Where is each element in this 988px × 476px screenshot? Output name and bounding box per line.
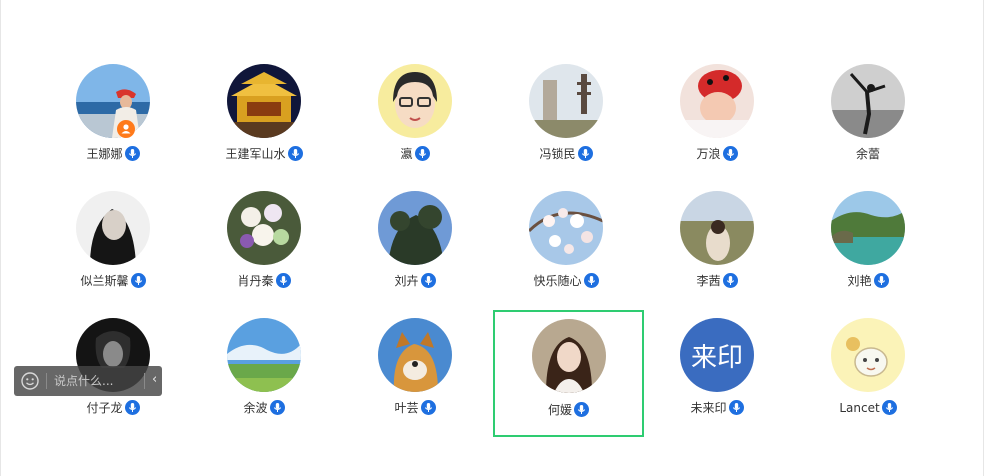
mic-icon xyxy=(873,273,889,288)
mic-icon xyxy=(420,273,436,288)
member-name-row: 瀛 xyxy=(340,146,490,162)
member-name-row: Lancet xyxy=(793,400,943,416)
member-name-row: 付子龙 xyxy=(38,400,188,416)
member-name: 未来印 xyxy=(690,401,727,415)
member-name-row: 叶芸 xyxy=(340,400,490,416)
divider xyxy=(46,373,47,389)
member-name-row: 万浪 xyxy=(642,146,792,162)
mic-icon xyxy=(420,400,436,415)
member-name-row: 似兰斯馨 xyxy=(38,273,188,289)
member-name: Lancet xyxy=(839,401,880,415)
member-name-row: 肖丹秦 xyxy=(189,273,339,289)
member-card[interactable]: 来印 未来印 xyxy=(642,316,792,436)
mic-icon xyxy=(124,146,140,161)
member-card[interactable]: 王建军山水 xyxy=(189,62,339,182)
member-name: 快乐随心 xyxy=(533,274,582,288)
member-name: 似兰斯馨 xyxy=(80,274,129,288)
member-name: 刘艳 xyxy=(847,274,872,288)
avatar[interactable] xyxy=(831,318,905,392)
member-card[interactable]: 快乐随心 xyxy=(491,189,641,309)
chevron-left-icon[interactable]: ‹ xyxy=(152,372,157,388)
avatar[interactable] xyxy=(831,191,905,265)
member-name-row: 何媛 xyxy=(495,402,642,418)
avatar[interactable] xyxy=(531,319,606,393)
avatar[interactable] xyxy=(831,64,905,138)
member-name: 肖丹秦 xyxy=(237,274,274,288)
avatar-text: 来印 xyxy=(690,342,743,373)
member-name-row: 李茜 xyxy=(642,273,792,289)
mic-icon xyxy=(124,400,140,415)
mic-icon xyxy=(722,273,738,288)
avatar[interactable] xyxy=(378,318,452,392)
mic-icon xyxy=(269,400,285,415)
avatar[interactable] xyxy=(529,191,603,265)
mic-icon xyxy=(574,402,589,417)
comment-bar[interactable]: 说点什么... ‹ xyxy=(14,366,162,396)
avatar[interactable] xyxy=(680,64,754,138)
member-name-row: 刘艳 xyxy=(793,273,943,289)
member-card[interactable]: 余蕾 xyxy=(793,62,943,182)
member-card[interactable]: Lancet xyxy=(793,316,943,436)
member-name-row: 余蕾 xyxy=(793,146,943,162)
member-card[interactable]: 似兰斯馨 xyxy=(38,189,188,309)
mic-icon xyxy=(577,146,593,161)
member-name: 刘卉 xyxy=(394,274,419,288)
member-card[interactable]: 王娜娜 xyxy=(38,62,188,182)
member-name: 付子龙 xyxy=(86,401,123,415)
member-name-row: 刘卉 xyxy=(340,273,490,289)
avatar[interactable] xyxy=(76,64,150,138)
mic-icon xyxy=(583,273,599,288)
avatar[interactable] xyxy=(680,191,754,265)
mic-icon xyxy=(287,146,303,161)
member-card[interactable]: 刘艳 xyxy=(793,189,943,309)
member-name: 余蕾 xyxy=(855,147,880,161)
member-name-row: 未来印 xyxy=(642,400,792,416)
mic-icon xyxy=(414,146,430,161)
avatar[interactable] xyxy=(76,191,150,265)
comment-input[interactable]: 说点什么... xyxy=(54,373,113,389)
member-name: 冯锁民 xyxy=(539,147,576,161)
avatar[interactable] xyxy=(378,191,452,265)
mic-icon xyxy=(275,273,291,288)
mic-icon xyxy=(722,146,738,161)
member-name-row: 王娜娜 xyxy=(38,146,188,162)
member-name: 王建军山水 xyxy=(225,147,286,161)
members-panel: 王娜娜 王建军山水 瀛 冯锁民 万浪 余蕾 似兰斯馨 肖丹秦 刘卉 快乐随心 李… xyxy=(0,0,984,476)
avatar[interactable] xyxy=(227,64,301,138)
mic-icon xyxy=(130,273,146,288)
member-card-selected[interactable]: 何媛 xyxy=(493,310,644,437)
divider xyxy=(144,373,145,389)
smile-icon[interactable] xyxy=(21,372,39,390)
member-name-row: 冯锁民 xyxy=(491,146,641,162)
member-name-row: 快乐随心 xyxy=(491,273,641,289)
member-name-row: 王建军山水 xyxy=(189,146,339,162)
avatar[interactable] xyxy=(378,64,452,138)
member-name: 叶芸 xyxy=(394,401,419,415)
avatar[interactable] xyxy=(529,64,603,138)
member-name: 王娜娜 xyxy=(86,147,123,161)
member-name-row: 余波 xyxy=(189,400,339,416)
member-name: 李茜 xyxy=(696,274,721,288)
member-name: 瀛 xyxy=(400,147,413,161)
avatar[interactable]: 来印 xyxy=(680,318,754,392)
member-card[interactable]: 叶芸 xyxy=(340,316,490,436)
owner-badge-icon xyxy=(117,120,135,138)
member-card[interactable]: 瀛 xyxy=(340,62,490,182)
member-card[interactable]: 李茜 xyxy=(642,189,792,309)
member-card[interactable]: 冯锁民 xyxy=(491,62,641,182)
member-card[interactable]: 余波 xyxy=(189,316,339,436)
member-card[interactable]: 肖丹秦 xyxy=(189,189,339,309)
member-card[interactable]: 刘卉 xyxy=(340,189,490,309)
member-name: 余波 xyxy=(243,401,268,415)
mic-icon xyxy=(881,400,897,415)
mic-icon xyxy=(728,400,744,415)
member-card[interactable]: 万浪 xyxy=(642,62,792,182)
avatar[interactable] xyxy=(227,318,301,392)
member-name: 万浪 xyxy=(696,147,721,161)
member-name: 何媛 xyxy=(547,403,572,417)
avatar[interactable] xyxy=(227,191,301,265)
